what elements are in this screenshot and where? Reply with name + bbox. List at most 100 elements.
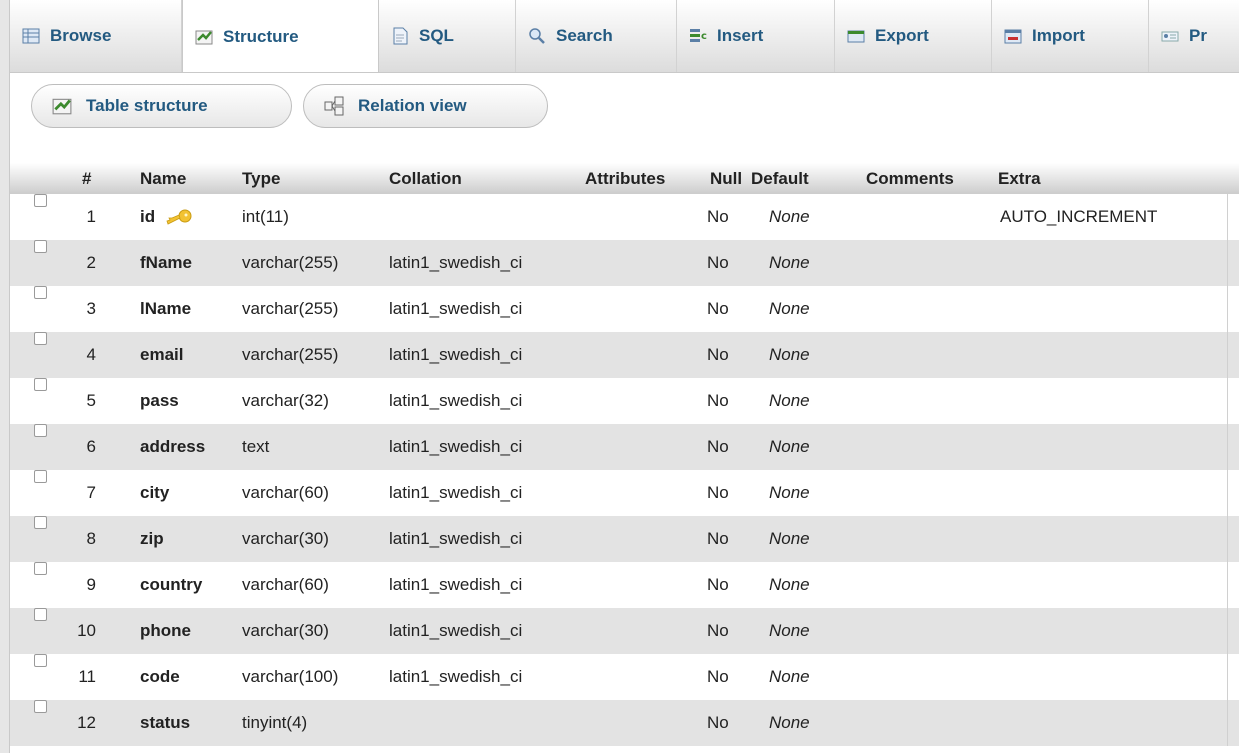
column-default: None — [769, 253, 810, 272]
table-row: 1 id int(11) No None AUTO_INCREMENT — [10, 194, 1239, 240]
row-checkbox[interactable] — [34, 608, 47, 621]
insert-icon: c — [689, 27, 707, 45]
relation-view-button[interactable]: Relation view — [303, 84, 548, 128]
row-edge — [1227, 332, 1239, 378]
column-type: tinyint(4) — [242, 713, 308, 732]
column-name: lName — [140, 299, 192, 318]
row-number: 6 — [86, 437, 96, 456]
structure-icon — [52, 96, 72, 116]
col-header-extra[interactable]: Extra — [998, 163, 1041, 194]
row-checkbox[interactable] — [34, 424, 47, 437]
column-default: None — [769, 345, 810, 364]
column-type: varchar(60) — [242, 575, 329, 594]
col-header-collation[interactable]: Collation — [389, 163, 462, 194]
table-header: # Name Type Collation Attributes Null De… — [10, 163, 1239, 194]
column-null: No — [707, 345, 729, 364]
svg-text:c: c — [701, 31, 707, 42]
column-collation: latin1_swedish_ci — [389, 391, 523, 410]
row-number: 11 — [78, 667, 96, 686]
column-null: No — [707, 667, 729, 686]
row-edge — [1227, 700, 1239, 746]
column-null: No — [707, 437, 729, 456]
column-name: status — [140, 713, 191, 732]
column-null: No — [707, 575, 729, 594]
relation-view-label: Relation view — [358, 96, 467, 115]
column-type: varchar(255) — [242, 253, 339, 272]
row-checkbox[interactable] — [34, 194, 47, 207]
privileges-icon — [1161, 27, 1179, 45]
column-name: address — [140, 437, 206, 456]
row-number: 12 — [77, 713, 96, 732]
column-null: No — [707, 207, 729, 226]
tab-import[interactable]: Import — [992, 0, 1149, 72]
row-edge — [1227, 516, 1239, 562]
tab-label: SQL — [419, 26, 454, 45]
table-structure-label: Table structure — [86, 96, 208, 115]
row-edge — [1227, 608, 1239, 654]
tab-label: Export — [875, 26, 929, 45]
column-name: city — [140, 483, 170, 502]
row-checkbox[interactable] — [34, 562, 47, 575]
col-header-num[interactable]: # — [66, 163, 96, 194]
import-icon — [1004, 27, 1022, 45]
tab-bar: Browse Structure SQL Search c Insert Exp… — [10, 0, 1239, 73]
table-row: 2 fName varchar(255) latin1_swedish_ci N… — [10, 240, 1239, 286]
tab-browse[interactable]: Browse — [10, 0, 182, 72]
col-header-type[interactable]: Type — [242, 163, 280, 194]
row-edge — [1227, 378, 1239, 424]
column-default: None — [769, 529, 810, 548]
tab-label: Pr — [1189, 26, 1207, 45]
row-number: 9 — [86, 575, 96, 594]
tab-export[interactable]: Export — [835, 0, 992, 72]
col-header-name[interactable]: Name — [140, 163, 186, 194]
column-collation: latin1_swedish_ci — [389, 529, 523, 548]
table-row: 10 phone varchar(30) latin1_swedish_ci N… — [10, 608, 1239, 654]
row-checkbox[interactable] — [34, 470, 47, 483]
column-name: pass — [140, 391, 179, 410]
col-header-comments[interactable]: Comments — [866, 163, 954, 194]
tab-sql[interactable]: SQL — [379, 0, 516, 72]
col-header-null[interactable]: Null — [710, 163, 742, 194]
tab-privileges[interactable]: Pr — [1149, 0, 1239, 72]
column-default: None — [769, 207, 810, 226]
table-row: 11 code varchar(100) latin1_swedish_ci N… — [10, 654, 1239, 700]
column-collation: latin1_swedish_ci — [389, 299, 523, 318]
column-name: fName — [140, 253, 192, 272]
row-checkbox[interactable] — [34, 240, 47, 253]
col-header-attributes[interactable]: Attributes — [585, 163, 665, 194]
table-structure-button[interactable]: Table structure — [31, 84, 292, 128]
table-row: 7 city varchar(60) latin1_swedish_ci No … — [10, 470, 1239, 516]
column-type: varchar(255) — [242, 345, 339, 364]
column-type: varchar(60) — [242, 483, 329, 502]
row-checkbox[interactable] — [34, 516, 47, 529]
col-header-default[interactable]: Default — [751, 163, 809, 194]
export-icon — [847, 27, 865, 45]
row-checkbox[interactable] — [34, 378, 47, 391]
table-row: 12 status tinyint(4) No None — [10, 700, 1239, 746]
table-row: 5 pass varchar(32) latin1_swedish_ci No … — [10, 378, 1239, 424]
tab-insert[interactable]: c Insert — [677, 0, 835, 72]
table-row: 8 zip varchar(30) latin1_swedish_ci No N… — [10, 516, 1239, 562]
column-collation: latin1_swedish_ci — [389, 253, 523, 272]
column-name: phone — [140, 621, 191, 640]
tab-label: Structure — [223, 26, 299, 46]
row-number: 4 — [86, 345, 96, 364]
row-checkbox[interactable] — [34, 286, 47, 299]
row-checkbox[interactable] — [34, 654, 47, 667]
left-frame-border — [0, 0, 10, 753]
browse-icon — [22, 27, 40, 45]
row-checkbox[interactable] — [34, 332, 47, 345]
column-type: varchar(30) — [242, 621, 329, 640]
column-default: None — [769, 713, 810, 732]
row-edge — [1227, 562, 1239, 608]
column-name: email — [140, 345, 184, 364]
row-edge — [1227, 424, 1239, 470]
sql-icon — [391, 27, 409, 45]
tab-search[interactable]: Search — [516, 0, 677, 72]
tab-label: Search — [556, 26, 613, 45]
column-name: country — [140, 575, 203, 594]
column-type: varchar(32) — [242, 391, 329, 410]
tab-structure[interactable]: Structure — [182, 0, 379, 72]
relation-icon — [324, 96, 344, 116]
row-checkbox[interactable] — [34, 700, 47, 713]
